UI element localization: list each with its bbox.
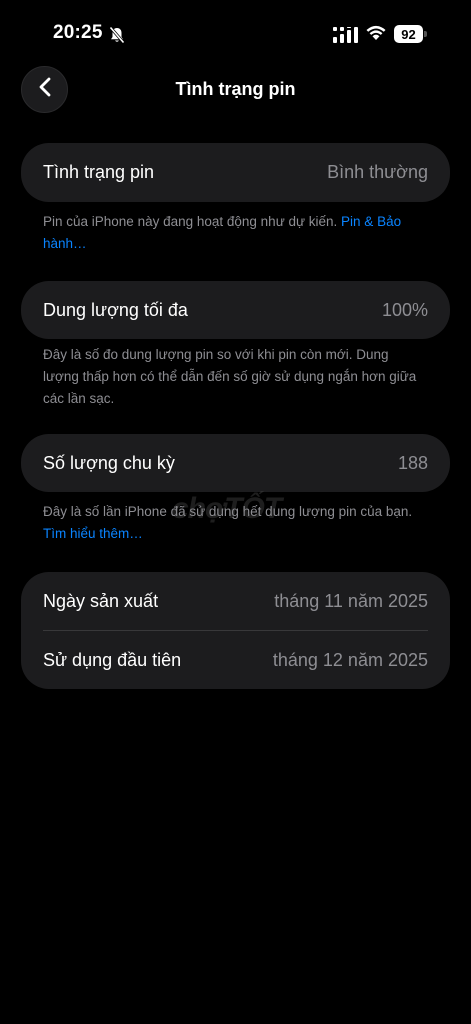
battery-cap	[424, 31, 427, 37]
max-capacity-note: Đây là số đo dung lượng pin so với khi p…	[43, 347, 417, 406]
watermark: chợTỐT	[172, 492, 282, 525]
page-title: Tình trạng pin	[175, 79, 296, 99]
status-time: 20:25	[53, 22, 103, 43]
battery-health-note-text: Pin của iPhone này đang hoạt động như dự…	[43, 214, 342, 229]
battery-level: 92	[401, 26, 416, 42]
cycle-count-label: Số lượng chu kỳ	[43, 452, 175, 473]
max-capacity-row: Dung lượng tối đa 100%	[43, 281, 428, 339]
battery-icon: 92	[394, 25, 423, 43]
first-use-value: tháng 12 năm 2025	[272, 649, 428, 670]
cycle-count-value: 188	[397, 452, 428, 473]
bell-muted-icon	[109, 26, 125, 49]
wifi-icon	[365, 24, 387, 47]
manufacture-date-value: tháng 11 năm 2025	[274, 590, 428, 611]
max-capacity-card: Dung lượng tối đa 100%	[21, 281, 450, 339]
max-capacity-value: 100%	[381, 299, 428, 320]
first-use-row: Sử dụng đầu tiên tháng 12 năm 2025	[43, 631, 428, 689]
battery-health-label: Tình trạng pin	[43, 162, 155, 182]
learn-more-link[interactable]: Tìm hiểu thêm…	[43, 526, 143, 541]
cycle-count-row: Số lượng chu kỳ 188	[43, 434, 428, 492]
battery-health-row: Tình trạng pin Bình thường	[43, 143, 428, 202]
manufacture-date-row: Ngày sản xuất tháng 11 năm 2025	[43, 572, 428, 630]
battery-health-note: Pin của iPhone này đang hoạt động như dự…	[43, 211, 428, 255]
cellular-signal-icon	[333, 27, 358, 48]
manufacture-date-label: Ngày sản xuất	[43, 590, 159, 611]
cycle-count-card: Số lượng chu kỳ 188	[21, 434, 450, 492]
battery-health-value: Bình thường	[327, 162, 428, 182]
battery-health-card: Tình trạng pin Bình thường	[21, 143, 450, 202]
status-bar: 20:25 92	[0, 0, 471, 70]
dates-card: Ngày sản xuất tháng 11 năm 2025 Sử dụng …	[21, 572, 450, 689]
max-capacity-label: Dung lượng tối đa	[43, 299, 188, 320]
first-use-label: Sử dụng đầu tiên	[43, 649, 182, 670]
